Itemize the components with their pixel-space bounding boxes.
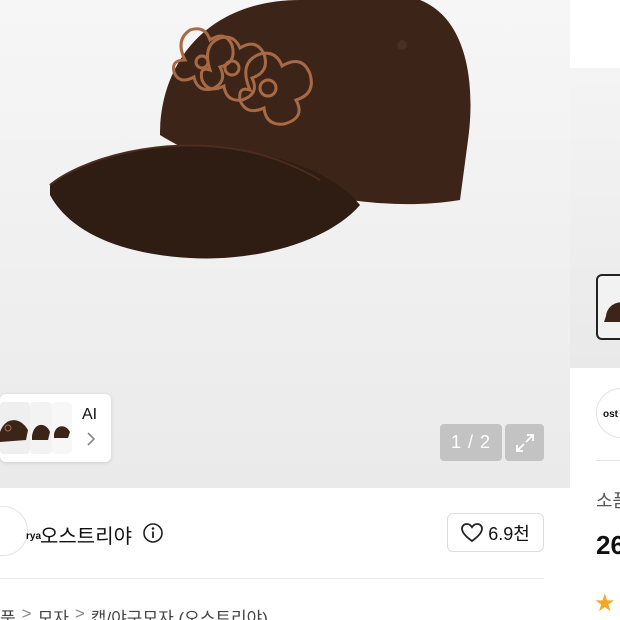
breadcrumb-item-3[interactable]: 캡/야구모자 (오스트리야) bbox=[91, 604, 268, 620]
side-category-label: 소품 bbox=[596, 491, 620, 511]
product-main-image[interactable]: AI 1 / 2 bbox=[0, 0, 570, 488]
brand-logo-text: rya bbox=[26, 531, 42, 542]
breadcrumb: 풍 > 모자 > 캡/야구모자 (오스트리야) bbox=[0, 604, 268, 620]
star-icon: ★ bbox=[594, 590, 616, 617]
thumbnail-3[interactable] bbox=[52, 402, 72, 454]
image-pager: 1 / 2 bbox=[440, 424, 502, 461]
breadcrumb-separator: > bbox=[74, 604, 85, 620]
side-divider bbox=[596, 460, 620, 461]
like-count: 6.9천 bbox=[488, 523, 530, 544]
like-button[interactable]: 6.9천 bbox=[447, 513, 544, 552]
chevron-right-icon[interactable] bbox=[86, 432, 96, 446]
side-thumbnail-selected[interactable] bbox=[596, 274, 620, 340]
side-price: 26 bbox=[596, 530, 620, 560]
breadcrumb-item-2[interactable]: 모자 bbox=[38, 604, 69, 620]
side-brand-logo[interactable]: ost bbox=[596, 388, 620, 438]
expand-button[interactable] bbox=[505, 424, 544, 461]
ai-thumbnail-strip[interactable]: AI bbox=[0, 394, 111, 462]
hat-image bbox=[49, 0, 471, 259]
brand-name[interactable]: 오스트리야 bbox=[40, 520, 132, 549]
thumbnail-1[interactable] bbox=[0, 402, 30, 454]
side-brand-logo-text: ost bbox=[603, 409, 618, 420]
ai-label: AI bbox=[82, 406, 98, 423]
breadcrumb-item-1[interactable]: 풍 bbox=[0, 604, 16, 620]
section-divider bbox=[0, 578, 544, 579]
expand-icon bbox=[515, 433, 534, 452]
breadcrumb-separator: > bbox=[21, 604, 32, 620]
thumbnail-2[interactable] bbox=[30, 402, 52, 454]
brand-logo[interactable] bbox=[0, 506, 28, 556]
info-icon[interactable] bbox=[142, 522, 164, 544]
heart-icon bbox=[461, 522, 484, 542]
product-page: AI 1 / 2 ost 소품 26 ★ rya 오스트리야 6.9천 bbox=[0, 0, 620, 620]
